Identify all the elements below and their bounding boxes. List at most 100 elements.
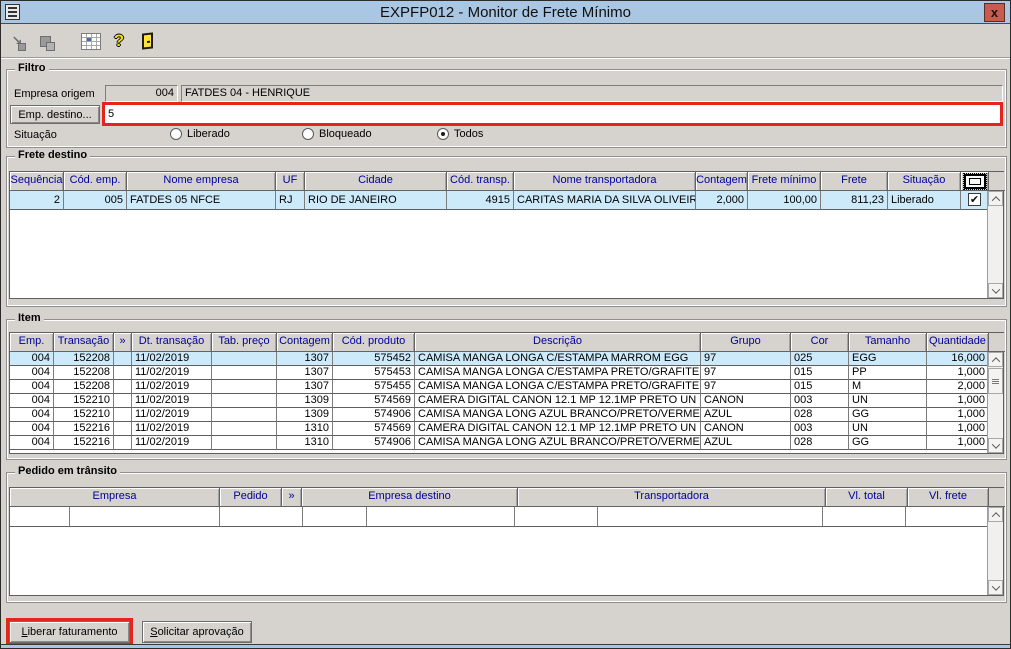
table-row[interactable]: 004 152216 11/02/2019 1310 574569 CAMERA DIGI… [10,422,1003,436]
column-header[interactable]: Frete mínimo [748,172,821,191]
table-row[interactable]: 2 005 FATDES 05 NFCE RJ RIO DE JANEIRO 4915 CA… [10,191,1003,210]
table-cell: 028 [791,436,849,450]
table-cell: UN [849,394,927,408]
grid-icon[interactable] [79,29,103,53]
table-cell: 152208 [54,366,114,380]
column-header[interactable]: Cidade [305,172,447,191]
table-cell [212,380,277,394]
column-header[interactable]: Cód. emp. [64,172,127,191]
radio-liberado[interactable]: Liberado [170,128,230,140]
table-cell: 11/02/2019 [132,352,212,366]
table-cell [212,352,277,366]
column-header[interactable]: Pedido [220,488,282,507]
table-cell: 1310 [277,422,333,436]
table-cell: Liberado [888,191,961,210]
column-header[interactable]: Contagem [277,333,333,352]
window-title: EXPFP012 - Monitor de Frete Mínimo [380,3,631,21]
table-cell: 015 [791,380,849,394]
column-header[interactable]: Empresa destino [302,488,518,507]
radio-dot[interactable] [170,128,182,140]
table-row[interactable]: 004 152208 11/02/2019 1307 575452 CAMISA MANG… [10,352,1003,366]
column-header[interactable]: Transportadora [518,488,826,507]
table-cell: 004 [10,422,54,436]
column-header[interactable]: Quantidade [927,333,989,352]
column-header[interactable]: UF [276,172,305,191]
table-cell: 97 [701,366,791,380]
table-row[interactable]: 004 152208 11/02/2019 1307 575455 CAMISA MANG… [10,380,1003,394]
vertical-scrollbar[interactable] [987,507,1003,595]
table-cell: 4915 [447,191,514,210]
table-row[interactable]: 004 152210 11/02/2019 1309 574569 CAMERA DIGI… [10,394,1003,408]
column-header[interactable]: Grupo [701,333,791,352]
cascade-windows-icon[interactable] [33,29,57,53]
radio-dot[interactable] [437,128,449,140]
radio-dot[interactable] [302,128,314,140]
table-cell: 811,23 [821,191,888,210]
column-header[interactable]: Cor [791,333,849,352]
radio-todos[interactable]: Todos [437,128,483,140]
column-header[interactable]: Vl. frete [908,488,989,507]
table-cell: 1,000 [927,408,989,422]
column-header[interactable]: Dt. transação [132,333,212,352]
column-header[interactable]: Cód. produto [333,333,415,352]
pedido-transito-group-label: Pedido em trânsito [15,465,121,477]
column-header[interactable]: Cód. transp. [447,172,514,191]
send-to-back-icon[interactable]: ↘ [5,29,29,53]
column-header[interactable]: Tab. preço [212,333,277,352]
column-header[interactable]: Sequência [10,172,64,191]
table-cell: 2 [10,191,64,210]
table-cell: CAMERA DIGITAL CANON 12.1 MP 12.1MP PRET… [415,422,701,436]
table-cell: 152216 [54,436,114,450]
table-cell: 575453 [333,366,415,380]
scrollbar-thumb[interactable] [988,368,1003,394]
solicitar-aprovacao-button[interactable]: Solicitar aprovação [142,621,252,643]
table-cell: 1309 [277,394,333,408]
table-row[interactable]: 004 152210 11/02/2019 1309 574906 CAMISA MANG… [10,408,1003,422]
table-row[interactable] [10,507,1003,527]
column-header[interactable]: Nome empresa [127,172,276,191]
exit-door-icon[interactable] [135,29,159,53]
highlight-annotation [102,102,1003,126]
scroll-up-button[interactable] [988,352,1003,367]
column-header[interactable]: Emp. [10,333,54,352]
table-cell: 574906 [333,408,415,422]
column-header[interactable]: Descrição [415,333,701,352]
scroll-up-button[interactable] [988,191,1003,206]
table-row[interactable]: 004 152208 11/02/2019 1307 575453 CAMISA MANG… [10,366,1003,380]
table-cell: 11/02/2019 [132,380,212,394]
table-row[interactable]: 004 152216 11/02/2019 1310 574906 CAMISA MANG… [10,436,1003,450]
column-header[interactable]: Transação [54,333,114,352]
column-header[interactable]: Contagem [696,172,748,191]
column-header-chevrons[interactable]: » [114,333,132,352]
select-all-header[interactable] [961,172,989,191]
column-header[interactable]: Frete [821,172,888,191]
scroll-down-button[interactable] [988,438,1003,453]
column-header[interactable]: Situação [888,172,961,191]
vertical-scrollbar[interactable] [987,191,1003,298]
emp-destino-input[interactable] [105,105,1000,123]
vertical-scrollbar[interactable] [987,352,1003,453]
table-cell: 025 [791,352,849,366]
frete-destino-body: 2 005 FATDES 05 NFCE RJ RIO DE JANEIRO 4915 CA… [10,191,1003,210]
close-button[interactable]: x [984,3,1005,22]
table-cell [114,380,132,394]
empresa-origem-label: Empresa origem [14,88,95,100]
column-header[interactable]: Tamanho [849,333,927,352]
select-all-icon[interactable] [962,173,987,190]
table-cell: EGG [849,352,927,366]
row-checkbox-cell[interactable]: ✔ [961,191,989,210]
scroll-down-button[interactable] [988,283,1003,298]
emp-destino-button[interactable]: Emp. destino... [10,105,100,124]
scroll-down-button[interactable] [988,580,1003,595]
scroll-up-button[interactable] [988,507,1003,522]
column-header[interactable]: Vl. total [826,488,908,507]
liberar-faturamento-button[interactable]: Liberar faturamento [9,621,130,643]
radio-bloqueado[interactable]: Bloqueado [302,128,372,140]
table-cell: 2,000 [696,191,748,210]
help-icon[interactable]: ? [107,29,131,53]
row-checkbox[interactable]: ✔ [968,193,981,206]
column-header[interactable]: Nome transportadora [514,172,696,191]
column-header-chevrons[interactable]: » [282,488,302,507]
column-header[interactable]: Empresa [10,488,220,507]
table-cell: 028 [791,408,849,422]
